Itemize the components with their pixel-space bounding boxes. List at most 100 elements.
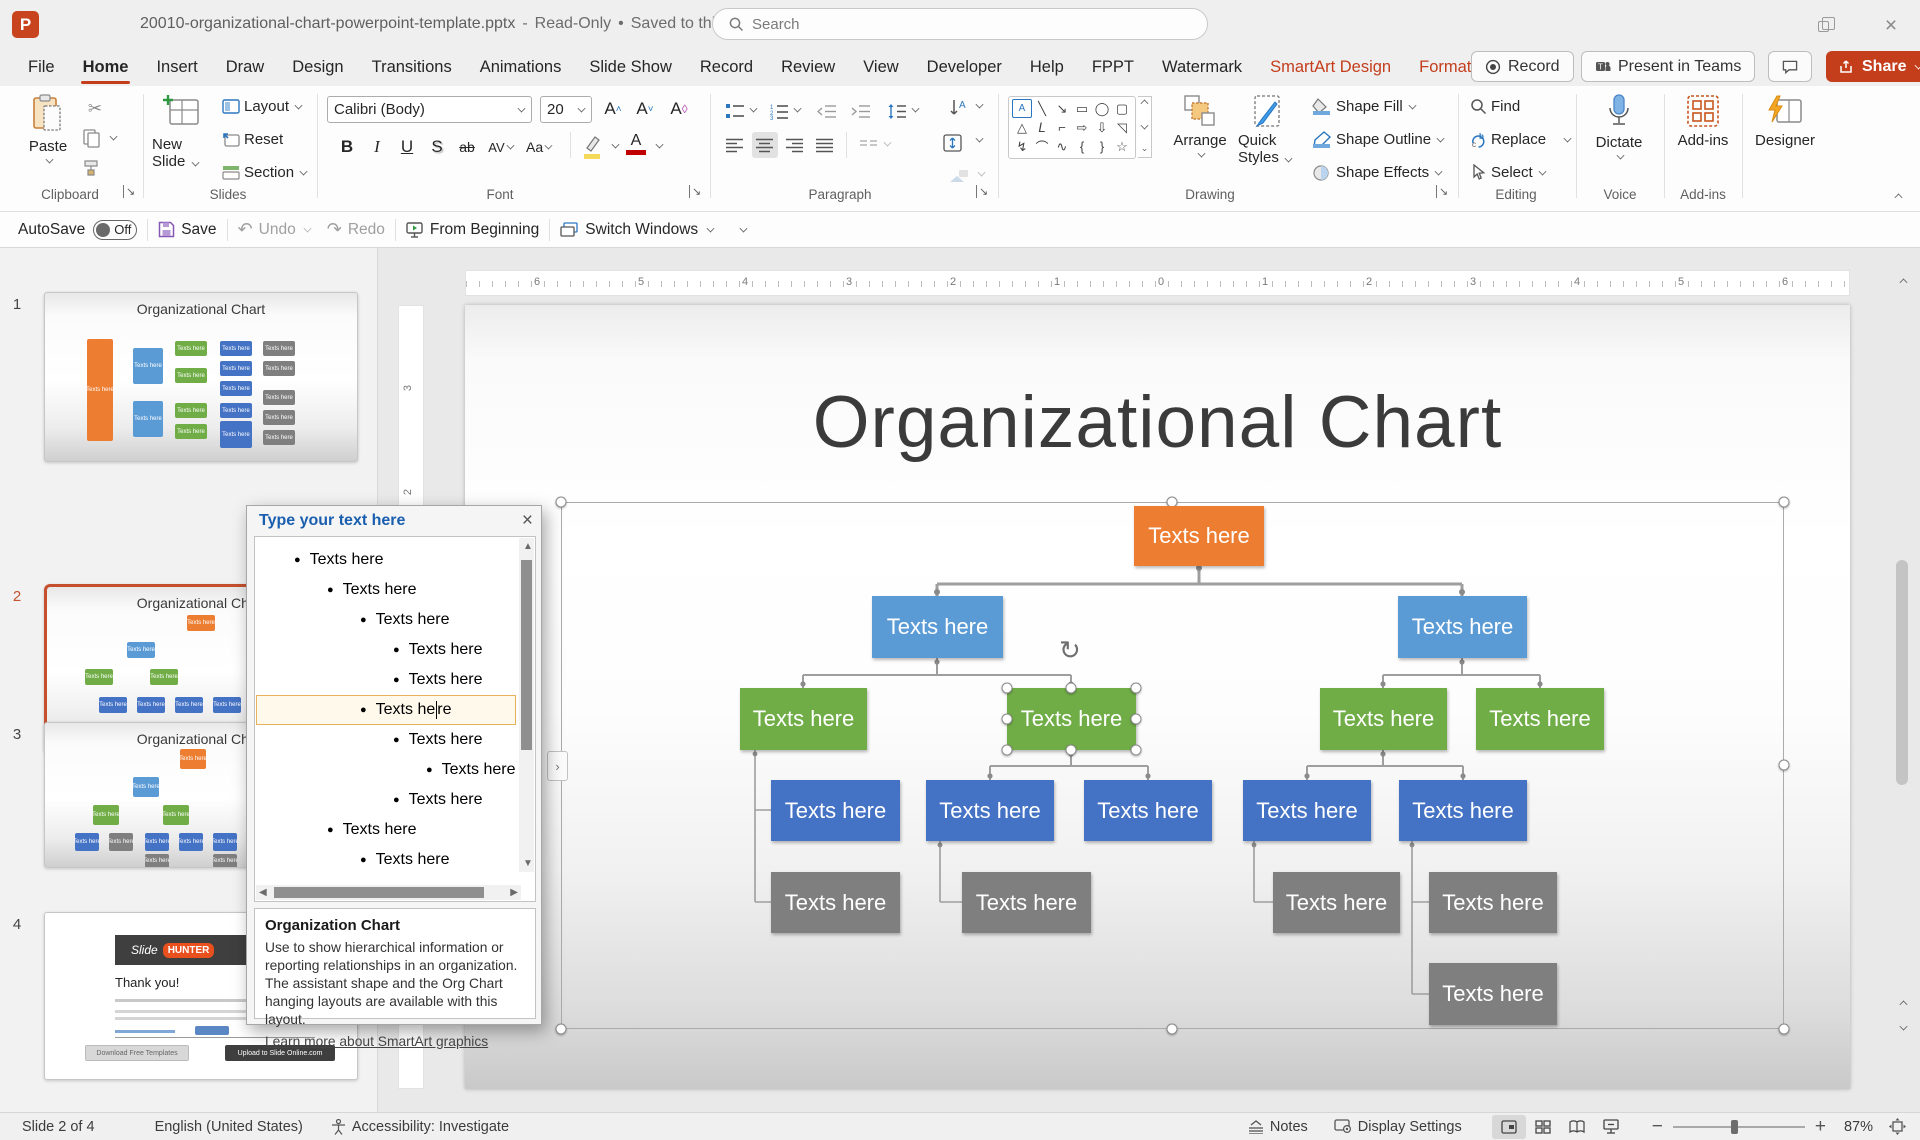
editor-vertical-scrollbar[interactable] bbox=[1893, 270, 1911, 1060]
text-direction-button[interactable]: A bbox=[946, 96, 972, 122]
close-window-button[interactable]: × bbox=[1874, 14, 1908, 38]
slide-counter[interactable]: Slide 2 of 4 bbox=[22, 1119, 95, 1135]
text-pane-item[interactable]: ●Texts here bbox=[256, 725, 516, 755]
reading-view-button[interactable] bbox=[1560, 1115, 1594, 1139]
layout-button[interactable]: Layout bbox=[222, 98, 302, 115]
new-slide-button[interactable]: New Slide bbox=[152, 94, 212, 170]
align-right-button[interactable] bbox=[782, 132, 808, 158]
align-left-button[interactable] bbox=[722, 132, 748, 158]
tab-fppt[interactable]: FPPT bbox=[1078, 48, 1148, 86]
text-pane-item-selected[interactable]: ●Texts here bbox=[256, 695, 516, 725]
text-direction-chevron-icon[interactable] bbox=[976, 101, 984, 109]
align-center-button[interactable] bbox=[752, 132, 778, 158]
frame-handle-top-left[interactable] bbox=[556, 497, 567, 508]
qat-overflow-icon[interactable] bbox=[740, 224, 748, 232]
zoom-in-button[interactable]: + bbox=[1815, 1116, 1826, 1138]
tab-transitions[interactable]: Transitions bbox=[358, 48, 466, 86]
convert-smartart-chevron-icon[interactable] bbox=[978, 169, 986, 177]
underline-button[interactable]: U bbox=[394, 134, 420, 160]
convert-smartart-button[interactable] bbox=[946, 164, 972, 190]
record-button[interactable]: Record bbox=[1471, 51, 1574, 82]
select-button[interactable]: Select bbox=[1470, 164, 1546, 181]
increase-font-button[interactable]: A˄ bbox=[600, 96, 626, 122]
columns-button[interactable] bbox=[856, 132, 882, 158]
org-node-l5-4[interactable]: Texts here bbox=[1429, 872, 1557, 933]
tab-smartart-design[interactable]: SmartArt Design bbox=[1256, 48, 1405, 86]
collapse-ribbon-icon[interactable] bbox=[1895, 194, 1903, 202]
scrollbar-thumb[interactable] bbox=[1896, 560, 1908, 785]
org-node-l4-4[interactable]: Texts here bbox=[1243, 780, 1371, 841]
node-handle[interactable] bbox=[1131, 745, 1142, 756]
present-in-teams-button[interactable]: T Present in Teams bbox=[1581, 51, 1755, 82]
text-pane-item[interactable]: ●Texts here bbox=[256, 575, 516, 605]
character-spacing-button[interactable]: AV bbox=[488, 134, 514, 160]
font-size-combo[interactable]: 20 bbox=[540, 96, 592, 123]
restore-window-button[interactable] bbox=[1806, 14, 1840, 38]
notes-button[interactable]: Notes bbox=[1248, 1119, 1308, 1135]
slide-1-thumbnail[interactable]: Organizational Chart Texts here Texts he… bbox=[44, 292, 358, 462]
columns-chevron-icon[interactable] bbox=[884, 139, 892, 147]
numbering-button[interactable]: 123 bbox=[766, 98, 792, 124]
tab-watermark[interactable]: Watermark bbox=[1148, 48, 1256, 86]
copy-button[interactable] bbox=[82, 128, 102, 148]
org-node-l2-right[interactable]: Texts here bbox=[1398, 596, 1527, 658]
org-node-l5-3[interactable]: Texts here bbox=[1273, 872, 1400, 933]
text-pane-toggle-button[interactable]: › bbox=[547, 751, 568, 781]
clear-formatting-button[interactable]: A◊ bbox=[666, 96, 692, 122]
shape-effects-button[interactable]: Shape Effects bbox=[1312, 164, 1442, 181]
redo-button[interactable]: ↷ Redo bbox=[327, 219, 385, 240]
slide-canvas[interactable]: Organizational Chart bbox=[465, 305, 1850, 1089]
org-node-l3-3[interactable]: Texts here bbox=[1320, 688, 1447, 750]
align-text-button[interactable] bbox=[940, 130, 966, 156]
tab-review[interactable]: Review bbox=[767, 48, 849, 86]
node-handle[interactable] bbox=[1002, 714, 1013, 725]
horizontal-ruler[interactable]: 6 5 4 3 2 1 0 1 2 3 4 5 6 bbox=[465, 270, 1850, 296]
font-family-combo[interactable]: Calibri (Body) bbox=[327, 96, 532, 123]
org-node-l5-2[interactable]: Texts here bbox=[962, 872, 1091, 933]
scroll-down-icon[interactable]: ▼ bbox=[523, 858, 533, 869]
text-pane-item[interactable]: ●Texts here bbox=[256, 755, 516, 785]
text-pane-close-icon[interactable]: × bbox=[522, 510, 533, 532]
text-pane-item[interactable]: ●Texts here bbox=[256, 545, 516, 575]
node-handle[interactable] bbox=[1066, 683, 1077, 694]
shape-textbox-icon[interactable]: A bbox=[1012, 99, 1032, 118]
increase-indent-button[interactable] bbox=[848, 98, 874, 124]
frame-handle-bottom-center[interactable] bbox=[1167, 1024, 1178, 1035]
text-pane-hscroll-thumb[interactable] bbox=[274, 887, 484, 898]
text-pane-item[interactable]: ●Texts here bbox=[256, 785, 516, 815]
shapes-scroll-up-icon[interactable] bbox=[1141, 100, 1149, 108]
decrease-indent-button[interactable] bbox=[814, 98, 840, 124]
scroll-right-icon[interactable]: ▶ bbox=[510, 887, 518, 898]
tab-developer[interactable]: Developer bbox=[913, 48, 1016, 86]
node-handle[interactable] bbox=[1002, 683, 1013, 694]
shapes-more-icon[interactable]: ⌄ bbox=[1139, 143, 1150, 154]
frame-handle-bottom-left[interactable] bbox=[556, 1024, 567, 1035]
zoom-out-button[interactable]: − bbox=[1652, 1116, 1663, 1138]
addins-button[interactable]: Add-ins bbox=[1672, 94, 1734, 149]
line-spacing-chevron-icon[interactable] bbox=[912, 105, 920, 113]
node-handle[interactable] bbox=[1131, 714, 1142, 725]
paste-button[interactable]: Paste bbox=[22, 94, 74, 163]
org-node-l4-2[interactable]: Texts here bbox=[926, 780, 1054, 841]
tab-help[interactable]: Help bbox=[1016, 48, 1078, 86]
undo-button[interactable]: ↶ Undo bbox=[238, 219, 311, 240]
text-shadow-button[interactable]: S bbox=[424, 134, 450, 160]
shape-fill-button[interactable]: Shape Fill bbox=[1312, 98, 1416, 115]
text-pane-list[interactable]: ●Texts here ●Texts here ●Texts here ●Tex… bbox=[254, 536, 536, 902]
node-handle[interactable] bbox=[1002, 745, 1013, 756]
normal-view-button[interactable] bbox=[1492, 1115, 1526, 1139]
frame-handle-bottom-right[interactable] bbox=[1779, 1024, 1790, 1035]
org-node-root[interactable]: Texts here bbox=[1134, 506, 1264, 566]
rotate-handle-icon[interactable]: ↻ bbox=[1059, 635, 1081, 666]
text-pane-item[interactable]: ●Texts here bbox=[256, 605, 516, 635]
org-node-l5-1[interactable]: Texts here bbox=[771, 872, 900, 933]
shape-brace-right-icon[interactable]: } bbox=[1092, 137, 1112, 156]
text-pane-item[interactable]: ●Texts here bbox=[256, 815, 516, 845]
tab-record[interactable]: Record bbox=[686, 48, 767, 86]
shape-elbow-arrow-icon[interactable]: ⌐ bbox=[1052, 118, 1072, 137]
shape-brace-left-icon[interactable]: { bbox=[1072, 137, 1092, 156]
frame-handle-top-right[interactable] bbox=[1779, 497, 1790, 508]
tab-draw[interactable]: Draw bbox=[212, 48, 279, 86]
font-color-chevron-icon[interactable] bbox=[656, 141, 664, 149]
org-node-l3-4[interactable]: Texts here bbox=[1476, 688, 1604, 750]
